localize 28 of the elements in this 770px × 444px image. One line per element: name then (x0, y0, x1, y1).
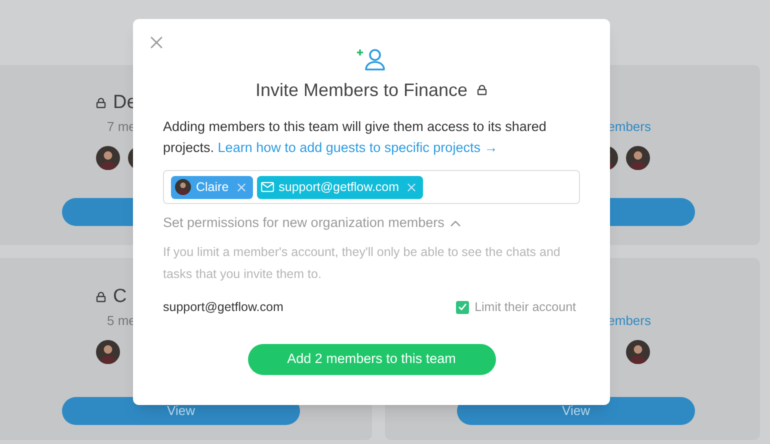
remove-icon[interactable] (236, 182, 246, 192)
member-email: support@getflow.com (163, 299, 284, 316)
dialog-title: Invite Members to Finance (255, 79, 468, 102)
lock-icon (476, 84, 488, 96)
invitees-field[interactable]: Claire support@getflow.com (163, 170, 580, 204)
guests-help-link[interactable]: Learn how to add guests to specific projects → (218, 140, 498, 155)
team-title: C (113, 287, 127, 307)
remove-icon[interactable] (407, 182, 416, 192)
permissions-toggle[interactable]: Set permissions for new organization members (163, 213, 462, 233)
close-icon[interactable] (150, 36, 163, 49)
description-text: Adding members to this team will give them access to its shared projects. Learn how to add guests to specific projects → (163, 118, 548, 157)
mail-icon (260, 182, 274, 192)
lock-icon (95, 97, 107, 109)
avatar (96, 340, 120, 364)
invitee-label: Claire (196, 178, 229, 196)
avatar (96, 146, 120, 170)
add-members-button[interactable]: Add 2 members to this team (248, 344, 496, 375)
permissions-help-text: If you limit a member's account, they'll only be able to see the chats and tasks that you invite them to. (163, 244, 562, 283)
avatar (175, 179, 191, 195)
invitee-chip[interactable]: support@getflow.com (256, 176, 424, 198)
invitee-label: support@getflow.com (278, 178, 400, 196)
invitee-chip[interactable]: Claire (171, 176, 253, 198)
avatar (626, 340, 650, 364)
limit-label: Limit their account (474, 299, 576, 316)
avatar (626, 146, 650, 170)
limit-checkbox[interactable] (456, 300, 469, 314)
add-user-icon (356, 47, 386, 71)
lock-icon (95, 291, 107, 303)
